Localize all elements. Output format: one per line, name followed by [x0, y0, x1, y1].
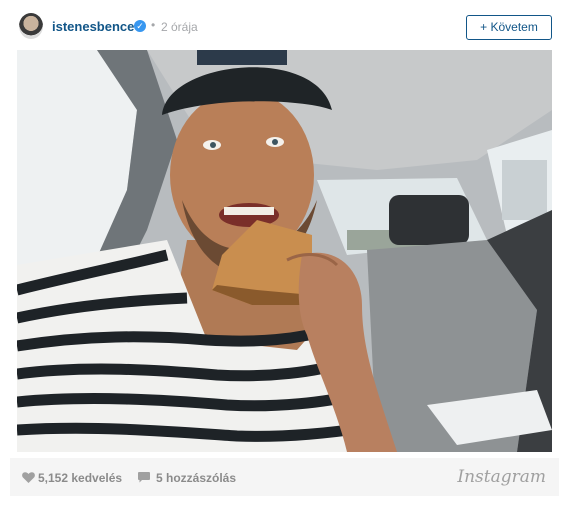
- follow-button[interactable]: + Követem: [466, 15, 552, 40]
- instagram-embed-card: istenesbence ✓ • 2 órája + Követem 5,152…: [0, 0, 572, 505]
- verified-check-icon: ✓: [134, 20, 146, 32]
- post-photo[interactable]: [17, 50, 552, 452]
- post-footer: 5,152 kedvelés 5 hozzászólás Instagram: [10, 458, 559, 496]
- comments-count[interactable]: 5 hozzászólás: [156, 471, 236, 485]
- heart-icon[interactable]: [22, 472, 35, 483]
- user-avatar[interactable]: [19, 13, 43, 39]
- comment-icon[interactable]: [138, 472, 150, 483]
- likes-count[interactable]: 5,152 kedvelés: [38, 471, 122, 485]
- photo-illustration: [17, 50, 552, 452]
- separator-dot: •: [151, 18, 156, 32]
- username-link[interactable]: istenesbence: [52, 19, 134, 34]
- post-header: istenesbence ✓ • 2 órája + Követem: [0, 0, 572, 54]
- post-time[interactable]: 2 órája: [161, 20, 198, 34]
- instagram-logo[interactable]: Instagram: [457, 467, 546, 487]
